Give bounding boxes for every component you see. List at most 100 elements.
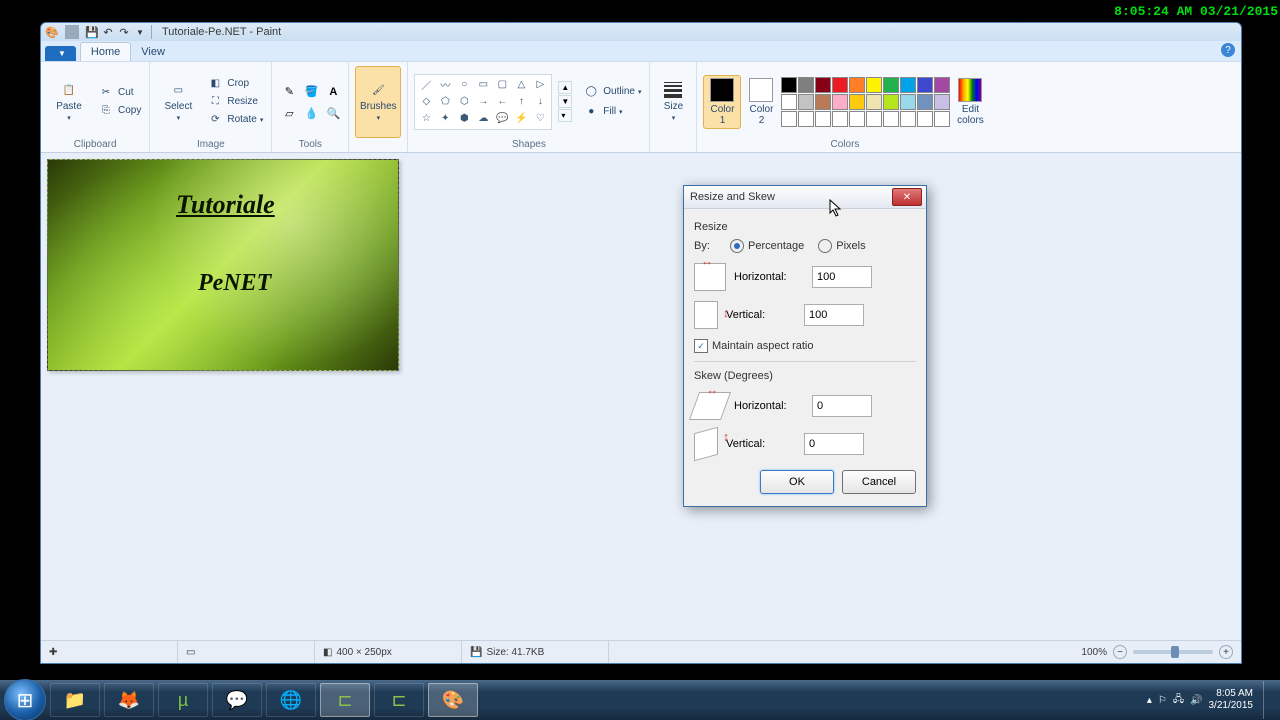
cut-button[interactable]: ✂Cut [95, 84, 143, 102]
color-swatch[interactable] [849, 111, 865, 127]
color-swatch[interactable] [815, 111, 831, 127]
skew-v-label: Vertical: [726, 438, 796, 450]
group-image-label: Image [156, 138, 265, 152]
color-swatch[interactable] [815, 94, 831, 110]
picker-tool[interactable]: 💧 [300, 103, 322, 125]
text-tool[interactable]: A [322, 81, 344, 103]
shapes-scroll-up[interactable]: ▲ [558, 81, 572, 94]
dialog-close-button[interactable]: ✕ [892, 188, 922, 206]
color-swatch[interactable] [934, 111, 950, 127]
color-swatch[interactable] [832, 94, 848, 110]
resize-h-input[interactable] [812, 266, 872, 288]
resize-icon: ⛶ [206, 93, 224, 111]
shapes-expand[interactable]: ▾ [558, 109, 572, 122]
selection-icon: ▭ [186, 647, 195, 658]
color-swatch[interactable] [866, 111, 882, 127]
tab-view[interactable]: View [131, 43, 175, 61]
group-brushes-label [355, 138, 401, 152]
help-icon[interactable]: ? [1221, 43, 1235, 57]
taskbar-explorer[interactable]: 📁 [50, 683, 100, 717]
color-swatch[interactable] [798, 111, 814, 127]
qat-dropdown-icon[interactable]: ▼ [133, 25, 147, 39]
color-palette[interactable] [781, 77, 950, 127]
paste-button[interactable]: 📋 Paste▾ [47, 67, 91, 137]
color-swatch[interactable] [917, 94, 933, 110]
color-swatch[interactable] [883, 77, 899, 93]
color-swatch[interactable] [883, 111, 899, 127]
radio-pixels[interactable] [818, 239, 832, 253]
canvas-area[interactable]: Tutoriale PeNET [41, 153, 1241, 641]
magnifier-tool[interactable]: 🔍 [322, 103, 344, 125]
color-swatch[interactable] [900, 111, 916, 127]
taskbar-camtasia1[interactable]: ⊏ [320, 683, 370, 717]
eraser-tool[interactable]: ▱ [278, 103, 300, 125]
color-swatch[interactable] [781, 77, 797, 93]
tray-expand-icon[interactable]: ▴ [1147, 695, 1152, 706]
zoom-slider[interactable] [1133, 650, 1213, 654]
color-swatch[interactable] [934, 77, 950, 93]
maintain-aspect-checkbox[interactable]: ✓ [694, 339, 708, 353]
ok-button[interactable]: OK [760, 470, 834, 494]
start-button[interactable]: ⊞ [4, 679, 46, 720]
crop-button[interactable]: ◧Crop [204, 75, 265, 93]
tray-clock[interactable]: 8:05 AM3/21/2015 [1209, 688, 1254, 712]
color-swatch[interactable] [849, 94, 865, 110]
taskbar-paint[interactable]: 🎨 [428, 683, 478, 717]
color-swatch[interactable] [866, 77, 882, 93]
color-swatch[interactable] [849, 77, 865, 93]
rotate-button[interactable]: ⟳Rotate▾ [204, 111, 265, 129]
canvas[interactable]: Tutoriale PeNET [47, 159, 399, 371]
taskbar-app1[interactable]: 💬 [212, 683, 262, 717]
zoom-in-button[interactable]: + [1219, 645, 1233, 659]
color-swatch[interactable] [798, 77, 814, 93]
color-swatch[interactable] [866, 94, 882, 110]
tray-flag-icon[interactable]: ⚐ [1158, 695, 1167, 706]
brushes-button[interactable]: 🖌 Brushes▾ [355, 66, 401, 138]
qat-redo-icon[interactable]: ↷ [117, 25, 131, 39]
qat-undo-icon[interactable]: ↶ [101, 25, 115, 39]
color-swatch[interactable] [781, 94, 797, 110]
fill-tool[interactable]: 🪣 [300, 81, 322, 103]
zoom-out-button[interactable]: − [1113, 645, 1127, 659]
color-swatch[interactable] [917, 77, 933, 93]
color-swatch[interactable] [781, 111, 797, 127]
show-desktop-button[interactable] [1263, 681, 1274, 719]
color-swatch[interactable] [917, 111, 933, 127]
shapes-scroll-down[interactable]: ▼ [558, 95, 572, 108]
resize-skew-dialog: Resize and Skew ✕ Resize By: Percentage … [683, 185, 927, 507]
color-swatch[interactable] [900, 77, 916, 93]
fill-shape-button[interactable]: ●Fill▾ [580, 103, 643, 121]
edit-colors-button[interactable]: Edit colors [954, 78, 986, 126]
copy-button[interactable]: ⎘Copy [95, 102, 143, 120]
size-button[interactable]: Size▾ [656, 67, 690, 137]
outline-button[interactable]: ◯Outline▾ [580, 83, 643, 101]
tray-volume-icon[interactable]: 🔊 [1190, 695, 1202, 706]
tab-home[interactable]: Home [80, 42, 131, 61]
color-swatch[interactable] [798, 94, 814, 110]
file-tab[interactable]: ▼ [45, 46, 76, 61]
pencil-tool[interactable]: ✎ [278, 81, 300, 103]
size-icon [664, 81, 682, 99]
taskbar-firefox[interactable]: 🦊 [104, 683, 154, 717]
color-swatch[interactable] [815, 77, 831, 93]
taskbar-chrome[interactable]: 🌐 [266, 683, 316, 717]
resize-button[interactable]: ⛶Resize [204, 93, 265, 111]
cancel-button[interactable]: Cancel [842, 470, 916, 494]
taskbar-camtasia2[interactable]: ⊏ [374, 683, 424, 717]
color-swatch[interactable] [832, 111, 848, 127]
color-swatch[interactable] [832, 77, 848, 93]
resize-v-input[interactable] [804, 304, 864, 326]
radio-percentage[interactable] [730, 239, 744, 253]
skew-v-input[interactable] [804, 433, 864, 455]
color2-button[interactable]: Color 2 [745, 78, 777, 126]
qat-save-icon[interactable]: 💾 [85, 25, 99, 39]
color-swatch[interactable] [883, 94, 899, 110]
taskbar-utorrent[interactable]: µ [158, 683, 208, 717]
color-swatch[interactable] [934, 94, 950, 110]
select-button[interactable]: ▭ Select▾ [156, 67, 200, 137]
skew-h-input[interactable] [812, 395, 872, 417]
color-swatch[interactable] [900, 94, 916, 110]
tray-network-icon[interactable]: 🖧 [1173, 692, 1184, 709]
shapes-gallery[interactable]: ／〰○▭▢△▷ ◇⬠⬡→←↑↓ ☆✦⬢☁💬⚡♡ [414, 74, 552, 130]
color1-button[interactable]: Color 1 [703, 75, 741, 129]
